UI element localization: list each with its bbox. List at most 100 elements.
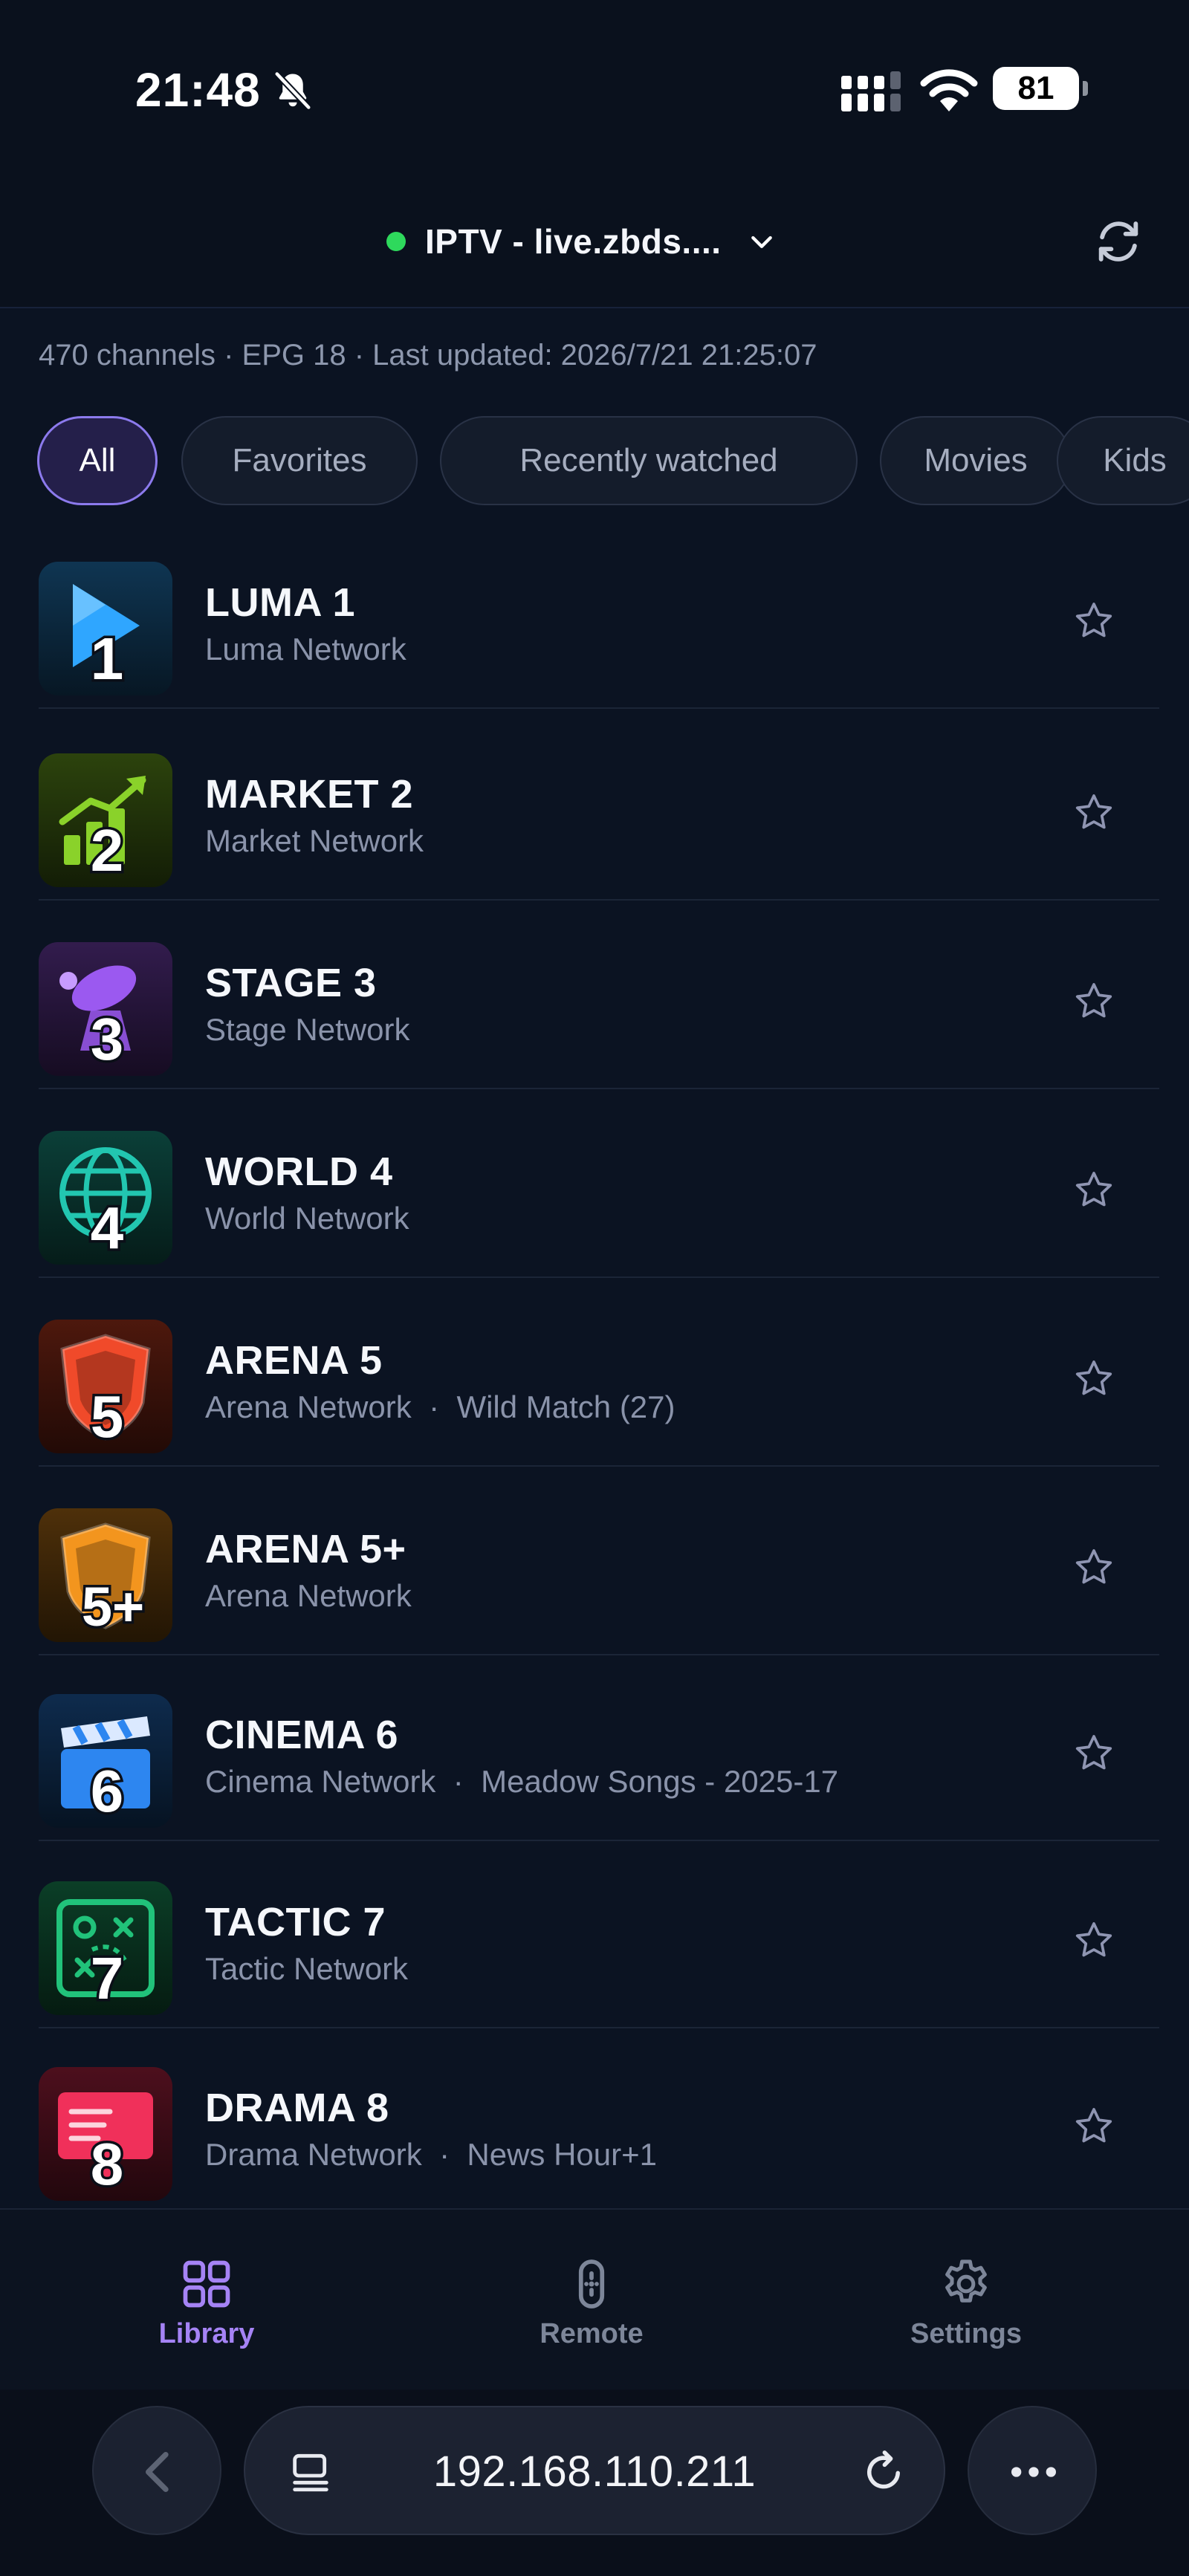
tab-label: Remote xyxy=(540,2318,644,2349)
connection-status-dot xyxy=(386,232,406,251)
tab-label: Settings xyxy=(910,2318,1022,2349)
tactics-board-icon: 7 xyxy=(39,1881,172,2015)
tab-library[interactable]: Library xyxy=(88,2210,325,2358)
channel-subtitle: Arena Network xyxy=(205,1578,412,1614)
favorite-star-icon[interactable] xyxy=(1072,1918,1116,1963)
clapperboard-icon: 6 xyxy=(39,1694,172,1828)
channel-subtitle: Cinema Network · Meadow Songs - 2025-17 xyxy=(205,1764,838,1800)
url-text: 192.168.110.211 xyxy=(432,2447,757,2496)
channel-network: Stage Network xyxy=(205,1012,410,1047)
favorite-star-icon[interactable] xyxy=(1072,1545,1116,1590)
server-name: IPTV - live.zbds.... xyxy=(425,222,722,261)
tab-settings[interactable]: Settings xyxy=(847,2210,1085,2358)
channel-network: Arena Network xyxy=(205,1389,412,1424)
channel-network: World Network xyxy=(205,1201,409,1236)
favorite-star-icon[interactable] xyxy=(1072,599,1116,643)
tab-remote[interactable]: Remote xyxy=(473,2210,710,2358)
channel-row[interactable]: 5 ARENA 5 Arena Network · Wild Match (27) xyxy=(0,1278,1189,1467)
reload-icon[interactable] xyxy=(859,2447,908,2496)
channel-network: Arena Network xyxy=(205,1578,412,1613)
channel-name: MARKET 2 xyxy=(205,772,414,817)
favorite-star-icon[interactable] xyxy=(1072,2104,1116,2149)
channel-number-badge: 4 xyxy=(91,1195,124,1261)
channel-row[interactable]: 7 TACTIC 7 Tactic Network xyxy=(0,1840,1189,2028)
channel-number-badge: 3 xyxy=(91,1006,124,1072)
channel-name: ARENA 5 xyxy=(205,1338,383,1383)
channel-logo: 4 xyxy=(39,1131,172,1265)
channel-name: CINEMA 6 xyxy=(205,1713,399,1757)
favorite-star-icon[interactable] xyxy=(1072,979,1116,1024)
grid-icon xyxy=(183,2260,230,2308)
subtitle-separator: · xyxy=(421,2137,467,2172)
library-info: 470 channels · EPG 18 · Last updated: 20… xyxy=(39,339,817,372)
channel-row[interactable]: 8 DRAMA 8 Drama Network · News Hour+1 xyxy=(0,2025,1189,2208)
channel-logo: 2 xyxy=(39,753,172,887)
signal-icon xyxy=(841,71,901,111)
filter-chip-all[interactable]: All xyxy=(37,416,158,505)
channel-row[interactable]: 3 STAGE 3 Stage Network xyxy=(0,901,1189,1089)
status-bar: 21:48 81 xyxy=(0,0,1189,171)
filter-chips: All Favorites Recently watched Movies Ki… xyxy=(37,416,1189,508)
channel-row[interactable]: 4 WORLD 4 World Network xyxy=(0,1089,1189,1278)
status-time: 21:48 xyxy=(135,63,261,117)
current-program: Meadow Songs - 2025-17 xyxy=(481,1764,839,1799)
channel-logo: 6 xyxy=(39,1694,172,1828)
chevron-left-icon xyxy=(146,2452,169,2492)
channel-list: 1 LUMA 1 Luma Network 2 MARKET 2 Market Netwo… xyxy=(0,520,1189,2208)
battery-indicator: 81 xyxy=(993,67,1088,110)
monitor-icon: 8 xyxy=(39,2067,172,2201)
channel-subtitle: Tactic Network xyxy=(205,1951,408,1987)
channel-network: Drama Network xyxy=(205,2137,422,2172)
channel-number-badge: 5+ xyxy=(82,1576,144,1638)
channel-row[interactable]: 1 LUMA 1 Luma Network xyxy=(0,520,1189,709)
refresh-icon[interactable] xyxy=(1092,215,1144,267)
channel-row[interactable]: 2 MARKET 2 Market Network xyxy=(0,712,1189,901)
channel-row[interactable]: 5+ ARENA 5+ Arena Network xyxy=(0,1467,1189,1655)
chevron-down-icon xyxy=(751,236,772,248)
favorite-star-icon[interactable] xyxy=(1072,791,1116,835)
channel-number-badge: 6 xyxy=(91,1758,124,1824)
subtitle-separator: · xyxy=(435,1764,482,1799)
tab-label: Library xyxy=(158,2318,255,2349)
favorite-star-icon[interactable] xyxy=(1072,1357,1116,1401)
channel-number-badge: 5 xyxy=(91,1383,124,1450)
channel-subtitle: Arena Network · Wild Match (27) xyxy=(205,1389,676,1425)
filter-chip-movies[interactable]: Movies xyxy=(880,416,1072,505)
channel-subtitle: Drama Network · News Hour+1 xyxy=(205,2137,657,2173)
server-selector[interactable]: IPTV - live.zbds.... xyxy=(386,215,777,267)
back-button[interactable] xyxy=(92,2406,221,2535)
play-icon: 1 xyxy=(39,562,172,695)
channel-number-badge: 2 xyxy=(91,817,124,883)
shield-icon: 5 xyxy=(39,1320,172,1453)
filter-chip-kids[interactable]: Kids xyxy=(1057,416,1189,505)
filter-chip-recently-watched[interactable]: Recently watched xyxy=(440,416,858,505)
address-bar[interactable]: 192.168.110.211 xyxy=(244,2406,945,2535)
channel-logo: 8 xyxy=(39,2067,172,2201)
bottom-tab-bar: Library Remote Settings xyxy=(0,2208,1189,2390)
channel-subtitle: Stage Network xyxy=(205,1012,409,1048)
more-options-button[interactable] xyxy=(968,2406,1097,2535)
current-program: News Hour+1 xyxy=(467,2137,658,2172)
trend-chart-icon: 2 xyxy=(39,753,172,887)
remote-icon xyxy=(578,2259,605,2309)
shield-icon: 5+ xyxy=(39,1508,172,1642)
channel-network: Cinema Network xyxy=(205,1764,436,1799)
gear-icon xyxy=(945,2259,987,2303)
spotlight-icon: 3 xyxy=(39,942,172,1076)
channel-number-badge: 8 xyxy=(91,2131,124,2197)
channel-subtitle: Market Network xyxy=(205,823,424,859)
channel-name: WORLD 4 xyxy=(205,1149,393,1194)
channel-logo: 5 xyxy=(39,1320,172,1453)
row-divider xyxy=(39,707,1159,709)
channel-subtitle: World Network xyxy=(205,1201,409,1236)
favorite-star-icon[interactable] xyxy=(1072,1731,1116,1776)
filter-chip-favorites[interactable]: Favorites xyxy=(181,416,418,505)
channel-logo: 1 xyxy=(39,562,172,695)
channel-name: TACTIC 7 xyxy=(205,1900,386,1944)
channel-row[interactable]: 6 CINEMA 6 Cinema Network · Meadow Songs -… xyxy=(0,1652,1189,1841)
channel-name: LUMA 1 xyxy=(205,580,355,625)
favorite-star-icon[interactable] xyxy=(1072,1168,1116,1213)
channel-number-badge: 1 xyxy=(91,626,124,692)
app-header: IPTV - live.zbds.... xyxy=(0,171,1189,308)
browser-toolbar: 192.168.110.211 xyxy=(0,2390,1189,2576)
